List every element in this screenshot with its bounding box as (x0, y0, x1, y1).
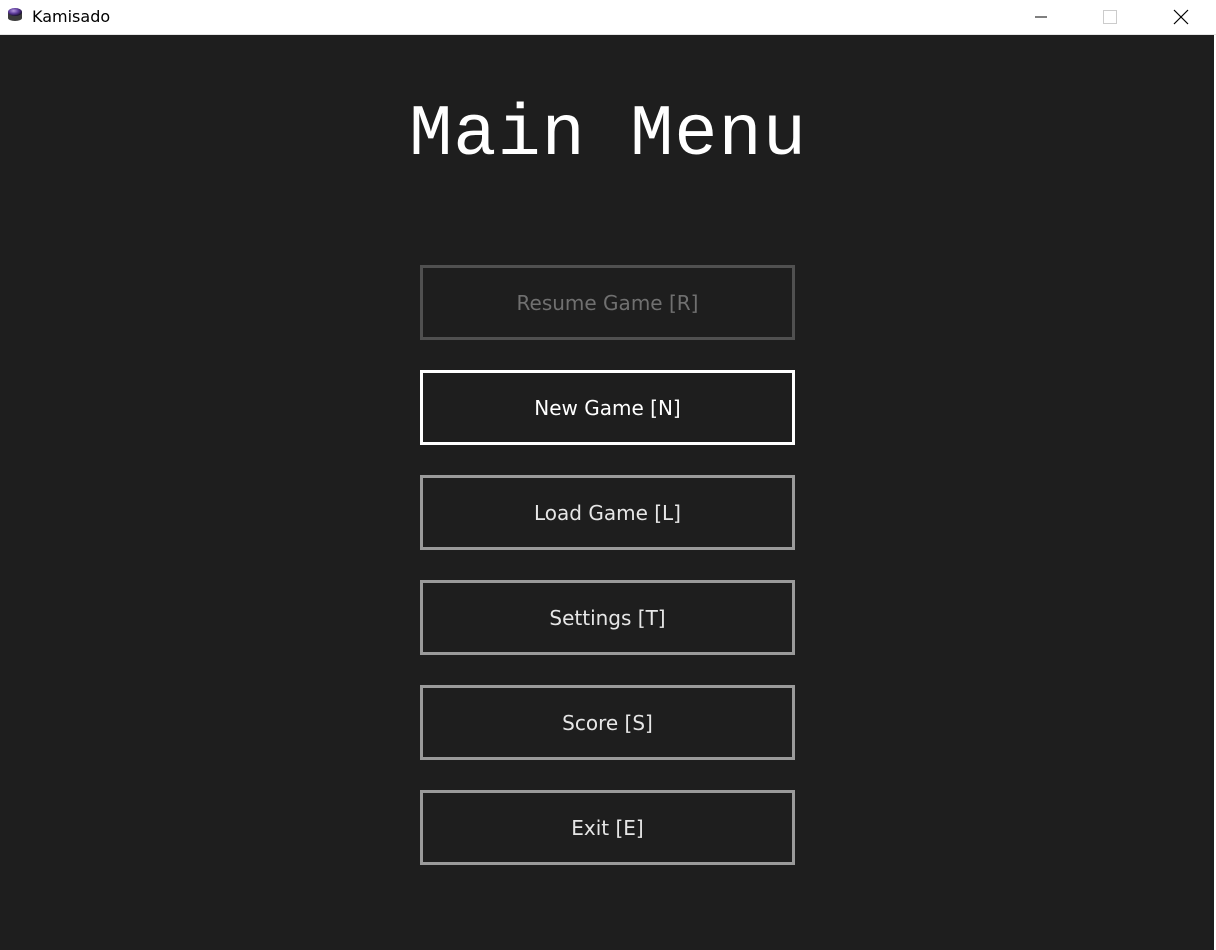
exit-button[interactable]: Exit [E] (420, 790, 795, 865)
settings-button[interactable]: Settings [T] (420, 580, 795, 655)
load-game-button[interactable]: Load Game [L] (420, 475, 795, 550)
kamisado-app-icon (7, 6, 23, 22)
close-icon (1173, 9, 1189, 25)
score-button[interactable]: Score [S] (420, 685, 795, 760)
page-title: Main Menu (409, 94, 807, 176)
maximize-button[interactable] (1087, 0, 1133, 34)
close-button[interactable] (1158, 0, 1204, 34)
window-title: Kamisado (32, 7, 111, 26)
maximize-icon (1103, 10, 1117, 24)
new-game-button[interactable]: New Game [N] (420, 370, 795, 445)
minimize-icon (1035, 11, 1047, 23)
minimize-button[interactable] (1018, 0, 1064, 34)
window-titlebar: Kamisado (0, 0, 1216, 35)
resume-game-button: Resume Game [R] (420, 265, 795, 340)
